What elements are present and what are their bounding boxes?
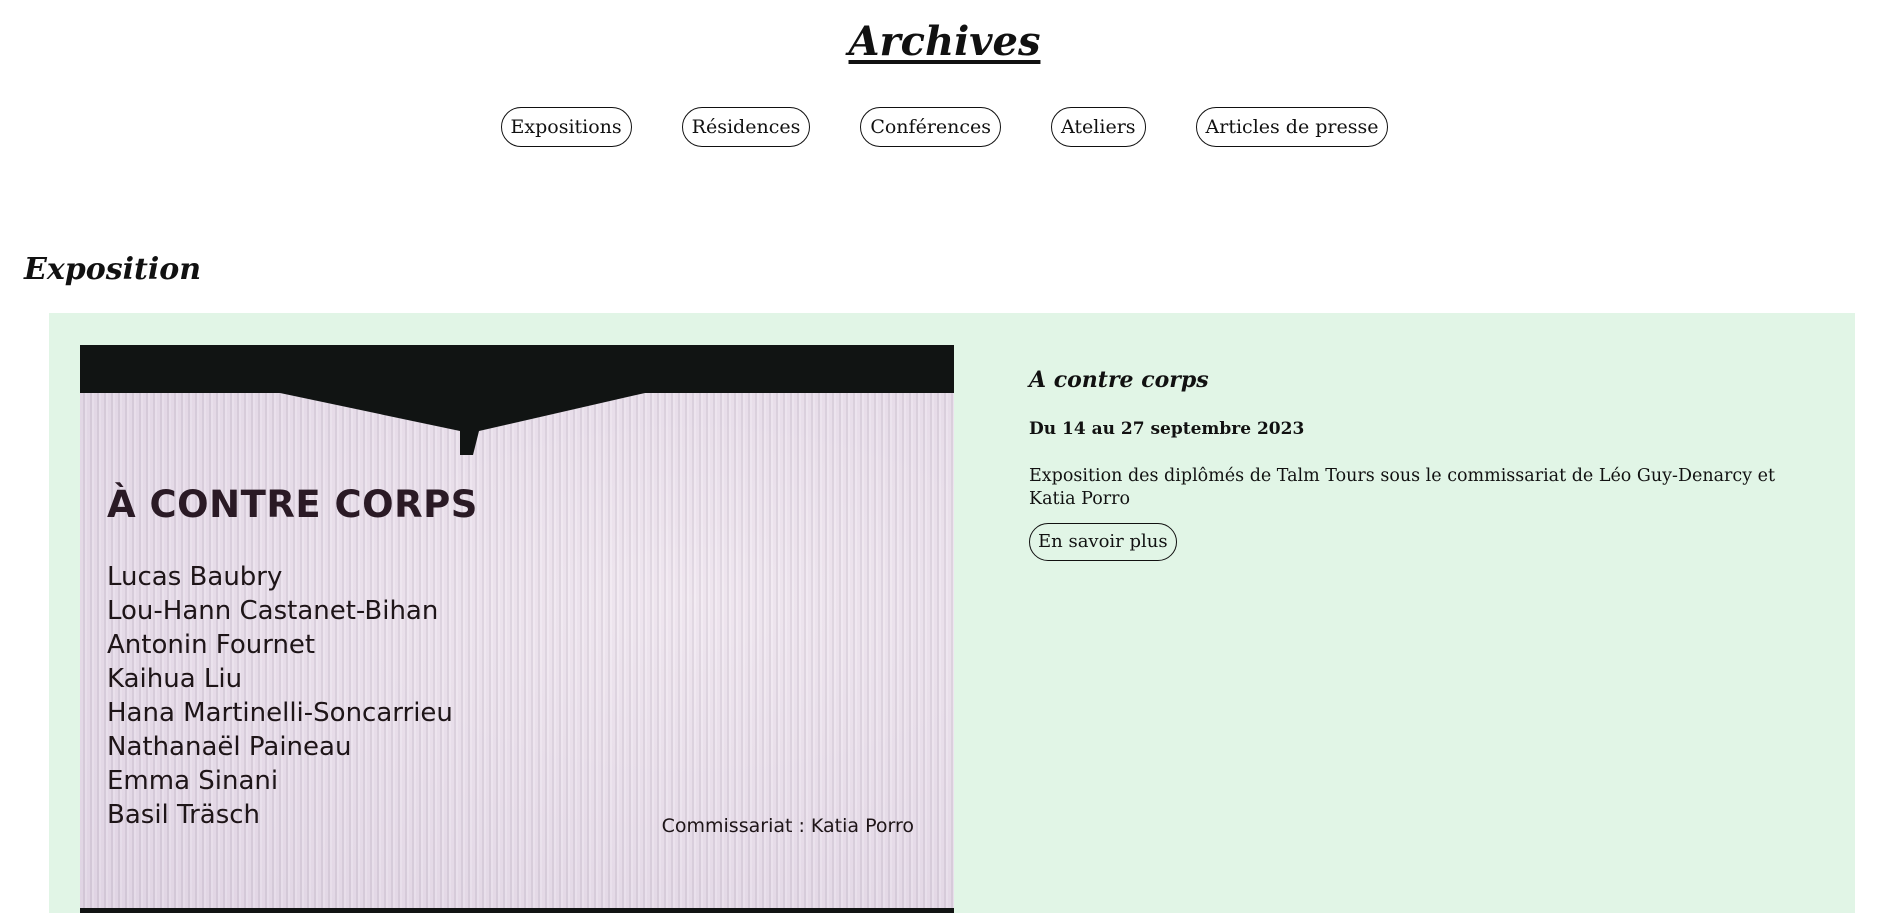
poster-artist-name: Kaihua Liu <box>107 664 243 694</box>
nav-expositions-button[interactable]: Expositions <box>500 107 632 147</box>
poster-artist-name: Nathanaël Paineau <box>107 732 352 762</box>
exhibition-description: Exposition des diplômés de Talm Tours so… <box>1029 466 1776 509</box>
exhibition-poster-image[interactable]: À CONTRE CORPS Lucas Baubry Lou-Hann Cas… <box>80 345 954 913</box>
archive-nav: Expositions Résidences Conférences Ateli… <box>0 107 1889 147</box>
section-heading: Exposition <box>24 252 202 287</box>
poster-artist-name: Lou-Hann Castanet-Bihan <box>107 596 439 626</box>
poster-artist-name: Basil Träsch <box>107 800 261 830</box>
nav-conferences-button[interactable]: Conférences <box>860 107 1002 147</box>
nav-residences-button[interactable]: Résidences <box>681 107 811 147</box>
poster-ceiling-shape <box>80 345 954 455</box>
poster-artist-name: Emma Sinani <box>107 766 279 796</box>
poster-artist-list: Lucas Baubry Lou-Hann Castanet-Bihan Ant… <box>107 560 453 832</box>
learn-more-button[interactable]: En savoir plus <box>1029 523 1177 561</box>
exhibition-dates: Du 14 au 27 septembre 2023 <box>1029 419 1305 439</box>
exhibition-title: A contre corps <box>1029 367 1209 393</box>
poster-artist-name: Hana Martinelli-Soncarrieu <box>107 698 453 728</box>
poster-title: À CONTRE CORPS <box>107 483 478 526</box>
poster-curator: Commissariat : Katia Porro <box>661 815 914 837</box>
exhibition-info: A contre corps Du 14 au 27 septembre 202… <box>1029 367 1799 561</box>
nav-ateliers-button[interactable]: Ateliers <box>1051 107 1146 147</box>
nav-articles-de-presse-button[interactable]: Articles de presse <box>1195 107 1389 147</box>
poster-artist-name: Antonin Fournet <box>107 630 316 660</box>
exhibition-card: À CONTRE CORPS Lucas Baubry Lou-Hann Cas… <box>49 313 1855 913</box>
poster-artist-name: Lucas Baubry <box>107 562 283 592</box>
page-title: Archives <box>848 18 1041 65</box>
